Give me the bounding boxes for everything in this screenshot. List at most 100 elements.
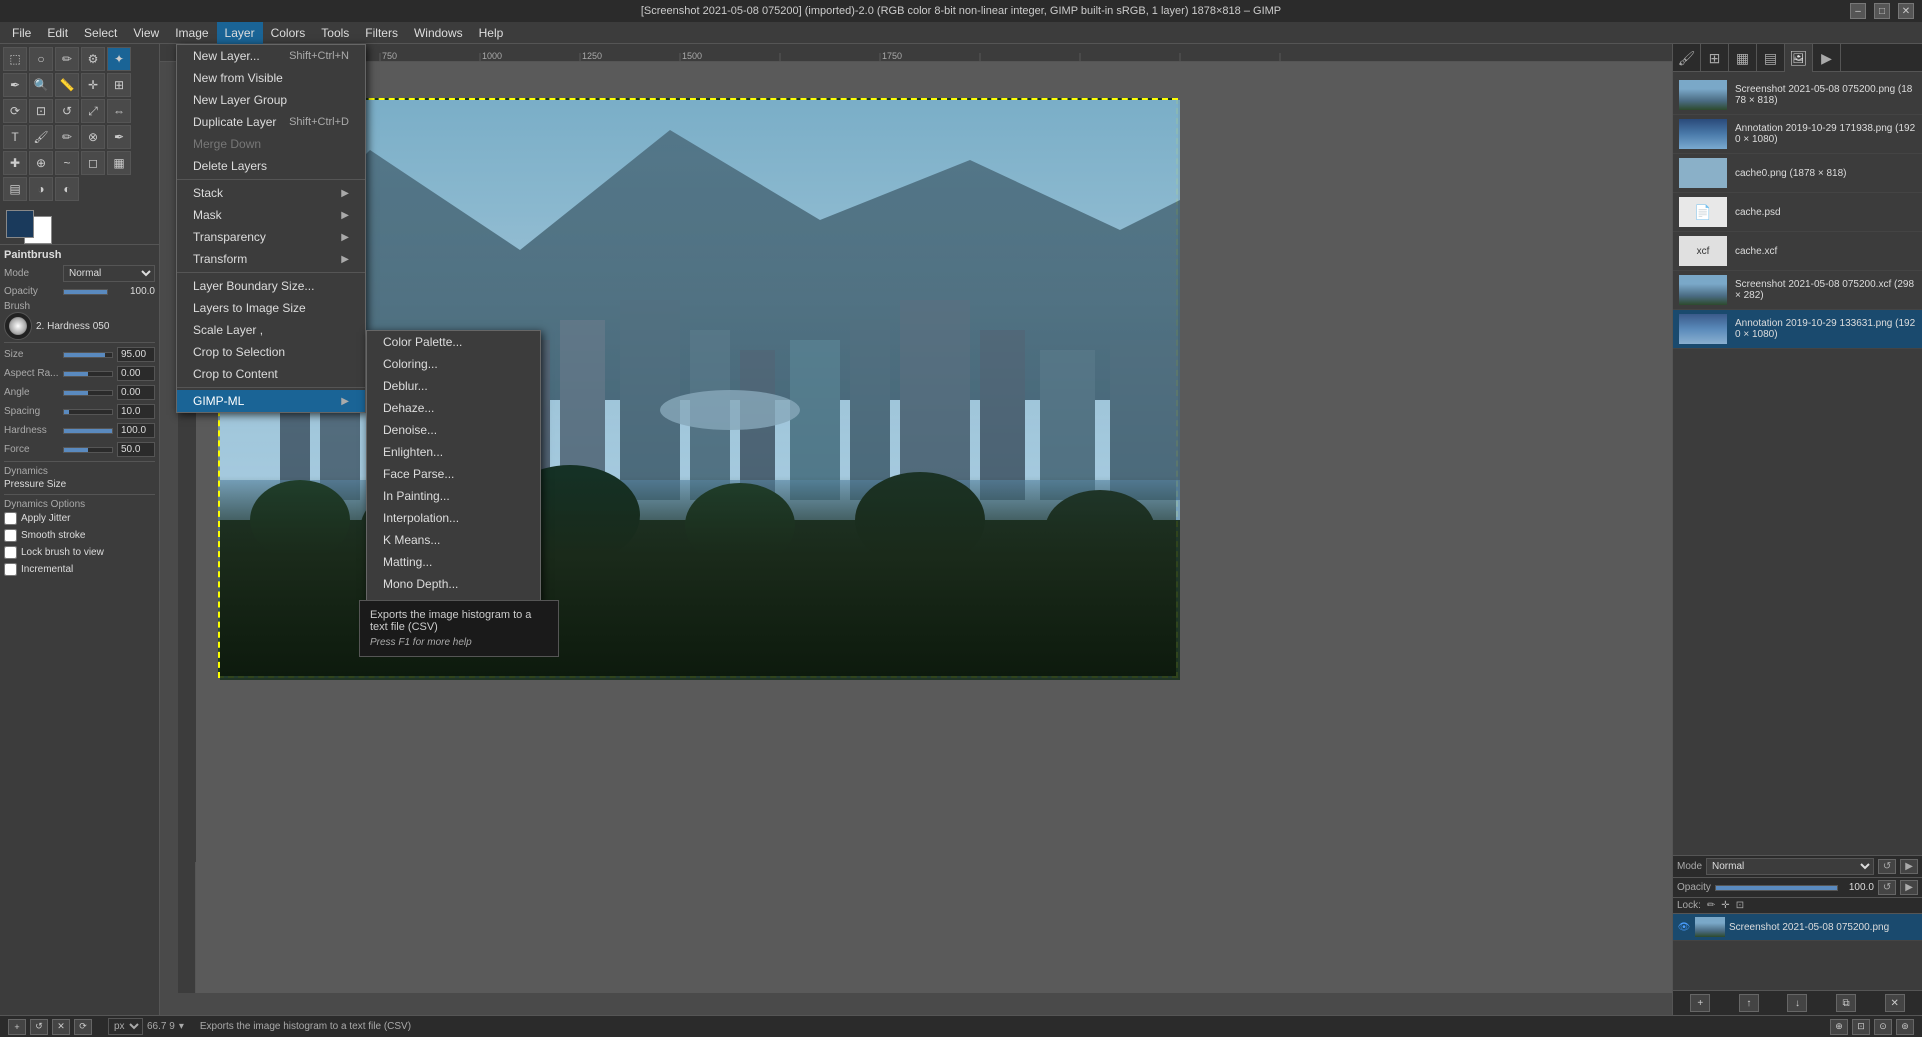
tab-paintbrush[interactable]: 🖌: [1673, 44, 1701, 72]
gml-coloring[interactable]: Coloring...: [367, 353, 540, 375]
gml-dehaze[interactable]: Dehaze...: [367, 397, 540, 419]
force-input[interactable]: [117, 442, 155, 457]
tool-airbrush[interactable]: ⊗: [81, 125, 105, 149]
lock-paint-icon[interactable]: ✏: [1707, 900, 1715, 911]
tool-path[interactable]: ✦: [107, 47, 131, 71]
dd-crop-to-selection[interactable]: Crop to Selection: [177, 341, 365, 363]
layer-opacity-slider[interactable]: [1715, 885, 1838, 891]
tool-align[interactable]: ⊞: [107, 73, 131, 97]
dd-duplicate-layer[interactable]: Duplicate LayerShift+Ctrl+D: [177, 111, 365, 133]
dd-delete-layers[interactable]: Delete Layers: [177, 155, 365, 177]
tool-zoom[interactable]: 🔍: [29, 73, 53, 97]
gml-deblur[interactable]: Deblur...: [367, 375, 540, 397]
tab-grid[interactable]: ⊞: [1701, 44, 1729, 72]
angle-slider[interactable]: [63, 390, 113, 396]
tool-rotate[interactable]: ↺: [55, 99, 79, 123]
dd-scale-layer[interactable]: Scale Layer ,: [177, 319, 365, 341]
tool-measure[interactable]: 📏: [55, 73, 79, 97]
menu-view[interactable]: View: [125, 22, 167, 44]
tool-ellipse[interactable]: ○: [29, 47, 53, 71]
dd-crop-to-content[interactable]: Crop to Content: [177, 363, 365, 385]
dd-gimpml[interactable]: GIMP-ML▶: [177, 390, 365, 412]
zoom-unit-select[interactable]: px: [108, 1018, 143, 1035]
foreground-color[interactable]: [6, 210, 34, 238]
tool-clone[interactable]: ⊕: [29, 151, 53, 175]
hardness-slider[interactable]: [63, 428, 113, 434]
incremental-checkbox[interactable]: [4, 563, 17, 576]
gml-mono-depth[interactable]: Mono Depth...: [367, 573, 540, 595]
tool-ink[interactable]: ✒: [107, 125, 131, 149]
status-r2[interactable]: ⊡: [1852, 1019, 1870, 1035]
layer-eye-0[interactable]: 👁: [1677, 920, 1691, 934]
status-r3[interactable]: ⊙: [1874, 1019, 1892, 1035]
layer-item-0[interactable]: 👁 Screenshot 2021-05-08 075200.png: [1673, 914, 1922, 941]
opacity-slider[interactable]: [63, 289, 108, 295]
delete-layer-button[interactable]: ✕: [1885, 994, 1905, 1012]
force-slider[interactable]: [63, 447, 113, 453]
menu-image[interactable]: Image: [167, 22, 216, 44]
dd-layers-to-image[interactable]: Layers to Image Size: [177, 297, 365, 319]
menu-file[interactable]: File: [4, 22, 39, 44]
duplicate-layer-button[interactable]: ⧉: [1836, 994, 1856, 1012]
tool-flip[interactable]: ⇔: [107, 99, 131, 123]
gml-enlighten[interactable]: Enlighten...: [367, 441, 540, 463]
menu-edit[interactable]: Edit: [39, 22, 76, 44]
tab-gradients[interactable]: ▤: [1757, 44, 1785, 72]
file-item-5[interactable]: Screenshot 2021-05-08 075200.xcf (298 × …: [1673, 271, 1922, 310]
tool-crop[interactable]: ⊡: [29, 99, 53, 123]
tool-smudge[interactable]: ~: [55, 151, 79, 175]
tool-rect-select[interactable]: ⬚: [3, 47, 27, 71]
menu-colors[interactable]: Colors: [263, 22, 314, 44]
file-item-0[interactable]: Screenshot 2021-05-08 075200.png (1878 ×…: [1673, 76, 1922, 115]
lock-move-icon[interactable]: ✛: [1721, 900, 1729, 911]
file-item-4[interactable]: xcf cache.xcf: [1673, 232, 1922, 271]
tool-text[interactable]: T: [3, 125, 27, 149]
layer-opacity-expand[interactable]: ▶: [1900, 880, 1918, 895]
file-item-6[interactable]: Annotation 2019-10-29 133631.png (1920 ×…: [1673, 310, 1922, 349]
layer-opacity-reset[interactable]: ↺: [1878, 880, 1896, 895]
tool-color-picker[interactable]: ✒: [3, 73, 27, 97]
dd-transparency[interactable]: Transparency▶: [177, 226, 365, 248]
file-item-3[interactable]: 📄 cache.psd: [1673, 193, 1922, 232]
status-close[interactable]: ✕: [52, 1019, 70, 1035]
lock-brush-checkbox[interactable]: [4, 546, 17, 559]
tool-free-select[interactable]: ✏: [55, 47, 79, 71]
tool-erase[interactable]: ◻: [81, 151, 105, 175]
gml-color-palette[interactable]: Color Palette...: [367, 331, 540, 353]
tool-paint[interactable]: 🖌: [29, 125, 53, 149]
tool-pencil[interactable]: ✏: [55, 125, 79, 149]
gml-in-painting[interactable]: In Painting...: [367, 485, 540, 507]
raise-layer-button[interactable]: ↑: [1739, 994, 1759, 1012]
dd-stack[interactable]: Stack▶: [177, 182, 365, 204]
tool-dodge[interactable]: ◑: [29, 177, 53, 201]
dd-layer-boundary[interactable]: Layer Boundary Size...: [177, 275, 365, 297]
new-layer-button[interactable]: +: [1690, 994, 1710, 1012]
file-item-2[interactable]: cache0.png (1878 × 818): [1673, 154, 1922, 193]
tool-scale[interactable]: ⤢: [81, 99, 105, 123]
menu-windows[interactable]: Windows: [406, 22, 471, 44]
aspect-slider[interactable]: [63, 371, 113, 377]
tool-heal[interactable]: ✚: [3, 151, 27, 175]
tool-transform[interactable]: ⟳: [3, 99, 27, 123]
layer-mode-expand[interactable]: ▶: [1900, 859, 1918, 874]
menu-help[interactable]: Help: [471, 22, 512, 44]
tab-images[interactable]: 🖼: [1785, 44, 1813, 72]
status-new[interactable]: +: [8, 1019, 26, 1035]
menu-layer[interactable]: Layer: [217, 22, 263, 44]
tool-fuzzy-select[interactable]: ⚙: [81, 47, 105, 71]
status-reset[interactable]: ↺: [30, 1019, 48, 1035]
gml-interpolation[interactable]: Interpolation...: [367, 507, 540, 529]
tool-move[interactable]: ✛: [81, 73, 105, 97]
apply-jitter-checkbox[interactable]: [4, 512, 17, 525]
gml-matting[interactable]: Matting...: [367, 551, 540, 573]
tab-patterns[interactable]: ▦: [1729, 44, 1757, 72]
layer-mode-select[interactable]: Normal: [1706, 858, 1874, 875]
angle-input[interactable]: [117, 385, 155, 400]
smooth-stroke-checkbox[interactable]: [4, 529, 17, 542]
tool-fill[interactable]: ▤: [3, 177, 27, 201]
tool-desaturate[interactable]: ◐: [55, 177, 79, 201]
menu-tools[interactable]: Tools: [313, 22, 357, 44]
spacing-input[interactable]: [117, 404, 155, 419]
dd-new-from-visible[interactable]: New from Visible: [177, 67, 365, 89]
layer-mode-reset[interactable]: ↺: [1878, 859, 1896, 874]
